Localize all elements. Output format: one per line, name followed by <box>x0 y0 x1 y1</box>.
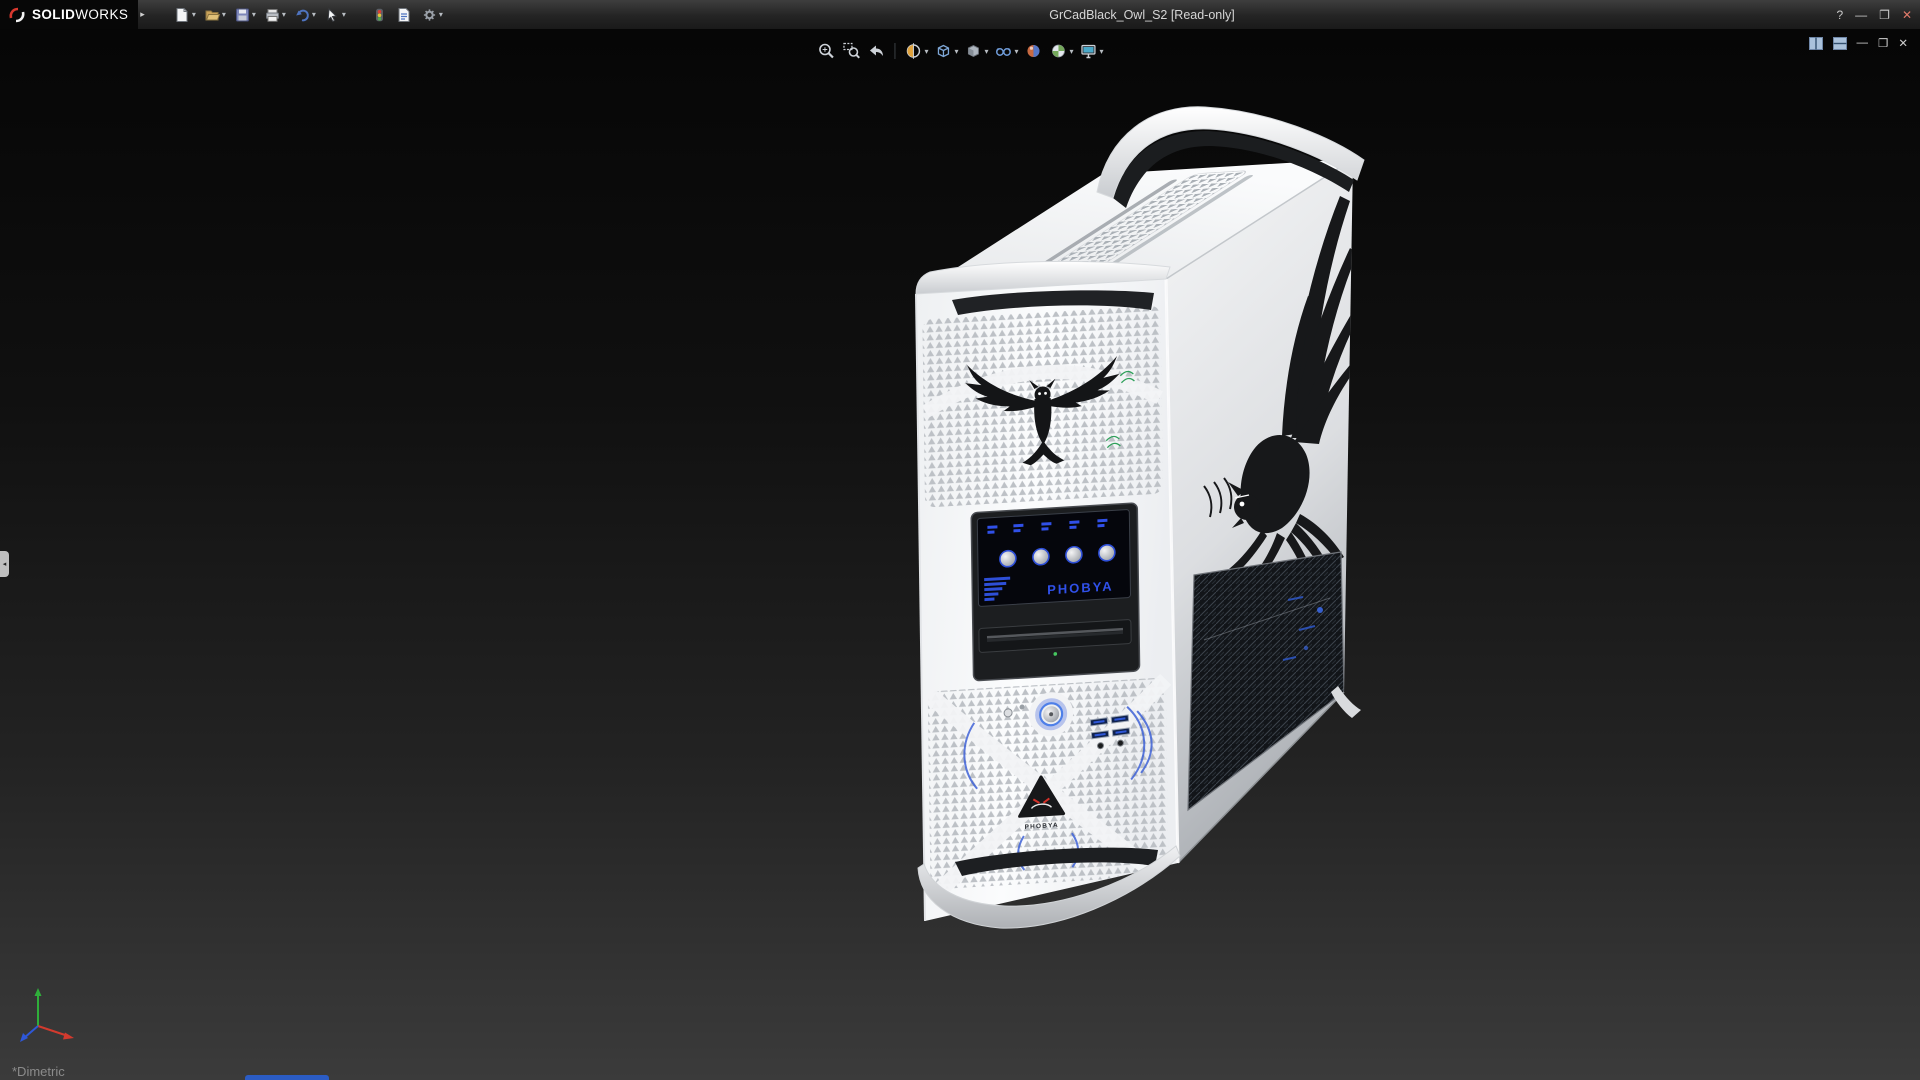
minimize-button[interactable]: — <box>1855 8 1867 22</box>
options-button[interactable]: ▾ <box>418 5 445 25</box>
document-title: GrCadBlack_Owl_S2 [Read-only] <box>1049 8 1235 22</box>
file-properties-icon <box>395 6 413 24</box>
section-view-button[interactable]: ▾ <box>902 41 929 61</box>
audio-jack[interactable] <box>1097 742 1103 749</box>
dropdown-caret[interactable]: ▾ <box>342 10 346 19</box>
view-orientation-cube-icon <box>933 41 953 61</box>
help-button[interactable]: ? <box>1836 8 1843 22</box>
zoom-to-area-icon <box>841 41 861 61</box>
menu-flyout-arrow[interactable]: ▸ <box>140 9 145 20</box>
hide-show-glasses-icon <box>994 41 1014 61</box>
dropdown-caret[interactable]: ▾ <box>312 10 316 19</box>
split-pane-horizontal-icon[interactable] <box>1809 37 1823 50</box>
owl-eye <box>1240 502 1245 507</box>
close-button[interactable]: ✕ <box>1902 8 1912 22</box>
view-settings-monitor-icon <box>1079 41 1099 61</box>
orientation-triad <box>20 986 80 1044</box>
rear-foot <box>1331 686 1361 718</box>
file-properties-button[interactable] <box>393 5 415 25</box>
open-folder-icon <box>203 6 221 24</box>
dropdown-caret[interactable]: ▾ <box>439 10 443 19</box>
maximize-button[interactable]: ❐ <box>1879 8 1890 22</box>
document-window-controls: — ❐ ✕ <box>1809 36 1908 50</box>
taskbar-sliver <box>245 1075 329 1080</box>
pc-case-side-panel <box>1166 159 1361 863</box>
graphics-viewport[interactable]: ▾ ▾ ▾ ▾ <box>0 29 1920 1080</box>
undo-button[interactable]: ▾ <box>291 5 318 25</box>
print-button[interactable]: ▾ <box>261 5 288 25</box>
title-bar: SOLIDWORKS ▸ ▾ ▾ ▾ <box>0 0 1920 29</box>
previous-view-icon <box>866 41 886 61</box>
zoom-to-fit-button[interactable] <box>815 41 837 61</box>
display-style-button[interactable]: ▾ <box>962 41 989 61</box>
rebuild-traffic-light-icon <box>370 6 388 24</box>
print-icon <box>263 6 281 24</box>
doc-close-button[interactable]: ✕ <box>1898 36 1908 50</box>
dropdown-caret[interactable]: ▾ <box>984 47 988 56</box>
dropdown-caret[interactable]: ▾ <box>282 10 286 19</box>
previous-view-button[interactable] <box>865 41 887 61</box>
doc-restore-button[interactable]: ❐ <box>1878 36 1888 50</box>
dropdown-caret[interactable]: ▾ <box>954 47 958 56</box>
power-button[interactable] <box>1037 699 1065 729</box>
undo-icon <box>293 6 311 24</box>
dropdown-caret[interactable]: ▾ <box>924 47 928 56</box>
section-view-icon <box>903 41 923 61</box>
rebuild-button[interactable] <box>368 5 390 25</box>
select-button[interactable]: ▾ <box>321 5 348 25</box>
model-3d-view[interactable]: PHOBYA <box>0 29 1920 1080</box>
reset-button[interactable] <box>1004 709 1012 717</box>
toolbar-separator <box>894 43 895 59</box>
apply-scene-sphere-icon <box>1049 41 1069 61</box>
open-button[interactable]: ▾ <box>201 5 228 25</box>
display-style-icon <box>963 41 983 61</box>
hide-show-items-button[interactable]: ▾ <box>993 41 1020 61</box>
ds-logo-icon <box>8 6 26 24</box>
zoom-to-area-button[interactable] <box>840 41 862 61</box>
split-pane-vertical-icon[interactable] <box>1833 37 1847 50</box>
brand-text: SOLIDWORKS <box>32 7 128 22</box>
apply-scene-button[interactable]: ▾ <box>1048 41 1075 61</box>
options-gear-icon <box>420 6 438 24</box>
solidworks-logo: SOLIDWORKS <box>0 0 138 29</box>
save-button[interactable]: ▾ <box>231 5 258 25</box>
pc-case-front-panel: PHOBYA <box>916 279 1178 921</box>
view-orientation-label: *Dimetric <box>12 1064 65 1079</box>
dropdown-caret[interactable]: ▾ <box>1100 47 1104 56</box>
dropdown-caret[interactable]: ▾ <box>1070 47 1074 56</box>
dropdown-caret[interactable]: ▾ <box>222 10 226 19</box>
dropdown-caret[interactable]: ▾ <box>1015 47 1019 56</box>
dropdown-caret[interactable]: ▾ <box>192 10 196 19</box>
save-icon <box>233 6 251 24</box>
new-document-button[interactable]: ▾ <box>171 5 198 25</box>
main-toolbar: ▾ ▾ ▾ ▾ ▾ <box>171 5 445 25</box>
select-cursor-icon <box>323 6 341 24</box>
view-settings-button[interactable]: ▾ <box>1078 41 1105 61</box>
new-document-icon <box>173 6 191 24</box>
panel-collapse-tab[interactable]: ◂ <box>0 551 9 577</box>
doc-minimize-button[interactable]: — <box>1857 37 1869 49</box>
view-orientation-button[interactable]: ▾ <box>932 41 959 61</box>
headsup-view-toolbar: ▾ ▾ ▾ ▾ <box>815 41 1104 61</box>
dropdown-caret[interactable]: ▾ <box>252 10 256 19</box>
zoom-to-fit-icon <box>816 41 836 61</box>
window-controls: ? — ❐ ✕ <box>1836 0 1912 29</box>
fan-controller-unit: PHOBYA <box>971 503 1139 681</box>
edit-appearance-button[interactable] <box>1023 41 1045 61</box>
audio-jack[interactable] <box>1117 740 1123 747</box>
edit-appearance-sphere-icon <box>1024 41 1044 61</box>
